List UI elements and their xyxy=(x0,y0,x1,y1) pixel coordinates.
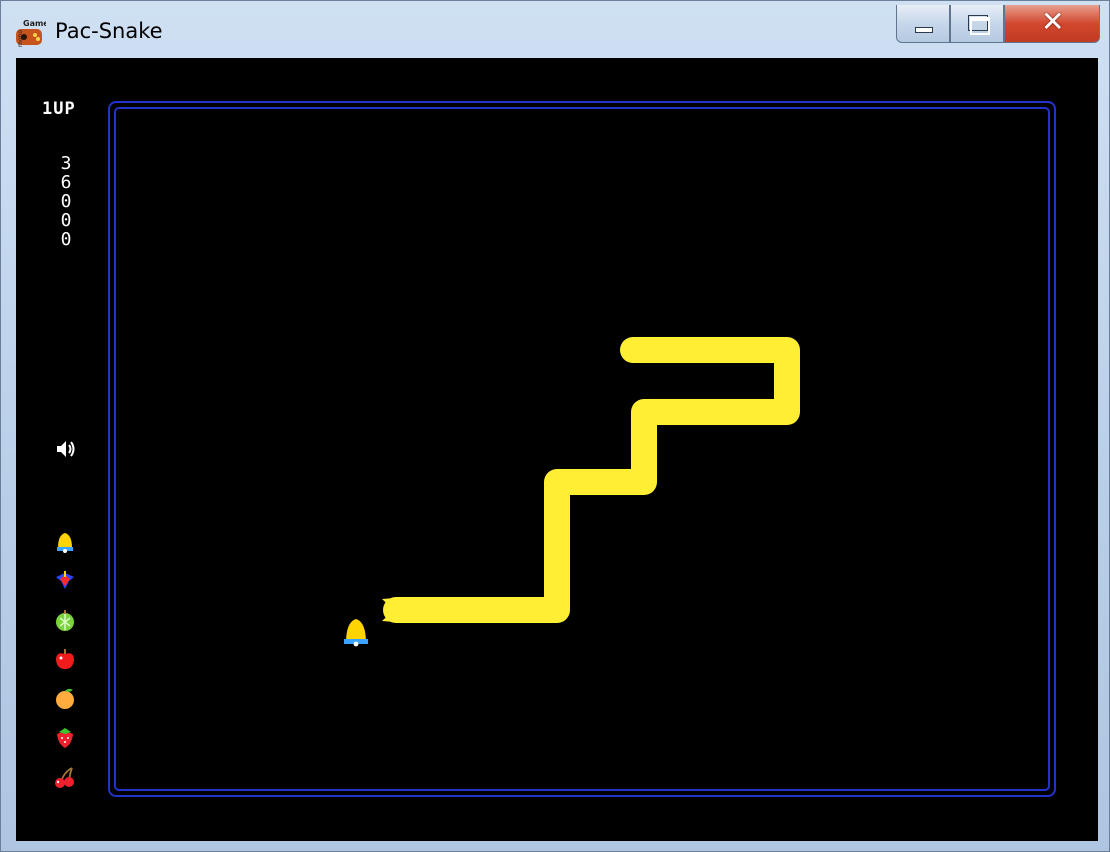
playfield xyxy=(344,337,800,647)
bell-food-item xyxy=(344,619,368,647)
svg-text:mono: mono xyxy=(17,30,24,47)
app-window: Game mono Pac-Snake ✕ 1UP 3 6 0 0 0 xyxy=(0,0,1110,852)
window-title: Pac-Snake xyxy=(55,19,163,43)
monogame-logo-icon: Game mono xyxy=(16,19,46,47)
close-icon: ✕ xyxy=(1041,5,1065,38)
snake-body xyxy=(383,337,800,623)
svg-text:Game: Game xyxy=(23,19,46,28)
maximize-icon xyxy=(968,15,990,35)
game-canvas[interactable]: 1UP 3 6 0 0 0 xyxy=(16,58,1098,841)
minimize-button[interactable] xyxy=(896,5,950,43)
maximize-button[interactable] xyxy=(950,5,1004,43)
close-button[interactable]: ✕ xyxy=(1004,5,1100,43)
title-bar[interactable]: Game mono Pac-Snake ✕ xyxy=(1,1,1109,53)
minimize-icon xyxy=(915,27,933,33)
